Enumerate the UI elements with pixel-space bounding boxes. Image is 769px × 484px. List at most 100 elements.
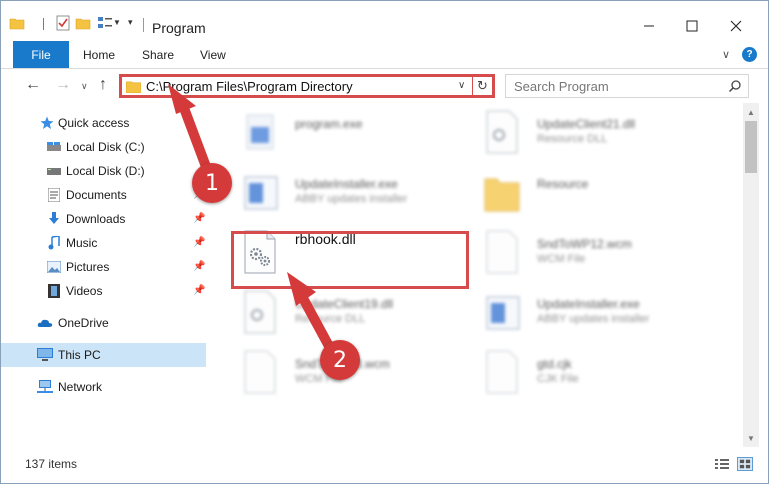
- sidebar-item-label: This PC: [58, 348, 101, 362]
- tab-home[interactable]: Home: [83, 41, 115, 68]
- sidebar-item-local-disk-d[interactable]: Local Disk (D:): [1, 159, 206, 183]
- file-item[interactable]: UpdateInstaller.exe ABBY updates install…: [237, 169, 477, 225]
- new-folder-icon[interactable]: [75, 15, 91, 31]
- sidebar-item-label: Music: [66, 236, 98, 250]
- file-item[interactable]: Resource: [479, 169, 719, 225]
- tab-share[interactable]: Share: [142, 41, 174, 68]
- pin-icon[interactable]: 📌: [193, 285, 205, 296]
- folder-icon[interactable]: [9, 15, 25, 31]
- folder-icon: [126, 81, 141, 93]
- ribbon-tabs: File Home Share View ∨ ?: [1, 41, 768, 69]
- address-bar[interactable]: C:\Program Files\Program Directory ∨ ↻: [119, 74, 495, 98]
- step-badge-2: 2: [320, 340, 360, 380]
- sidebar-item-downloads[interactable]: Downloads 📌: [1, 207, 206, 231]
- title-bar: ▼ ▾ Program: [1, 1, 768, 41]
- up-arrow-icon[interactable]: ↑: [99, 76, 107, 94]
- file-item[interactable]: gtd.cjk CJK File: [479, 349, 719, 405]
- refresh-icon[interactable]: ↻: [472, 77, 492, 95]
- file-type: Resource DLL: [537, 133, 608, 145]
- explorer-window: ▼ ▾ Program File Home Share View ∨ ? ← →…: [0, 0, 769, 484]
- file-name: UpdateInstaller.exe: [295, 177, 398, 191]
- sidebar-item-label: Local Disk (C:): [66, 140, 145, 154]
- file-item[interactable]: UpdateInstaller.exe ABBY updates install…: [479, 289, 719, 345]
- file-name: UpdateInstaller.exe: [537, 297, 640, 311]
- file-item[interactable]: UpdateClient21.dll Resource DLL: [479, 109, 719, 165]
- scroll-down-icon[interactable]: ▼: [743, 431, 759, 445]
- forward-arrow-icon[interactable]: →: [55, 76, 71, 94]
- navigation-bar: ← → ∨ ↑ C:\Program Files\Program Directo…: [1, 69, 768, 103]
- computer-icon: [37, 347, 53, 363]
- file-icon: [486, 230, 518, 274]
- file-name: program.exe: [295, 117, 363, 131]
- sidebar-item-music[interactable]: Music 📌: [1, 231, 206, 255]
- onedrive-icon: [37, 315, 53, 331]
- exe-icon: [246, 114, 274, 150]
- sidebar-item-this-pc[interactable]: This PC: [1, 343, 206, 367]
- folder-icon: [484, 178, 520, 212]
- chevron-down-icon[interactable]: ∨: [458, 80, 465, 91]
- highlight-box: [231, 231, 469, 289]
- view-props-icon[interactable]: [97, 15, 113, 31]
- music-icon: [46, 235, 62, 251]
- help-icon[interactable]: ?: [742, 47, 757, 62]
- sidebar-item-label: Downloads: [66, 212, 126, 226]
- sidebar-item-label: Documents: [66, 188, 127, 202]
- sidebar-item-label: OneDrive: [58, 316, 109, 330]
- address-path[interactable]: C:\Program Files\Program Directory: [146, 79, 353, 94]
- installer-icon: [486, 296, 520, 330]
- tiles-view-icon[interactable]: [737, 457, 753, 471]
- scroll-thumb[interactable]: [745, 121, 757, 173]
- file-type: ABBY updates installer: [295, 193, 408, 205]
- step-badge-1: 1: [192, 163, 232, 203]
- search-input[interactable]: Search Program: [505, 74, 749, 98]
- details-view-icon[interactable]: [714, 457, 730, 471]
- expand-ribbon-icon[interactable]: ∨: [722, 48, 730, 61]
- downloads-icon: [46, 211, 62, 227]
- sidebar-item-label: Videos: [66, 284, 103, 298]
- sidebar-item-documents[interactable]: Documents 📌: [1, 183, 206, 207]
- minimize-button[interactable]: [629, 13, 669, 39]
- tab-view[interactable]: View: [200, 41, 226, 68]
- pictures-icon: [46, 259, 62, 275]
- file-item[interactable]: UpdateClient19.dll Resource DLL: [237, 289, 477, 345]
- videos-icon: [46, 283, 62, 299]
- file-name: gtd.cjk: [537, 357, 572, 371]
- dll-file-icon: [244, 290, 276, 334]
- documents-icon: [46, 187, 62, 203]
- file-type: CJK File: [537, 373, 579, 385]
- drive-icon: [46, 139, 62, 155]
- status-bar: 137 items: [1, 447, 768, 483]
- pin-icon[interactable]: 📌: [193, 213, 205, 224]
- sidebar-item-videos[interactable]: Videos 📌: [1, 279, 206, 303]
- file-name: Resource: [537, 177, 589, 191]
- chevron-down-icon[interactable]: ▼: [113, 18, 121, 27]
- sidebar-item-network[interactable]: Network: [1, 375, 206, 399]
- vertical-scrollbar[interactable]: ▲ ▼: [743, 103, 759, 447]
- file-icon: [244, 350, 276, 394]
- file-type: ABBY updates installer: [537, 313, 650, 325]
- close-button[interactable]: [716, 13, 756, 39]
- maximize-button[interactable]: [672, 13, 712, 39]
- file-item[interactable]: SndToWP12.wcm WCM File: [479, 229, 719, 285]
- scroll-up-icon[interactable]: ▲: [743, 105, 759, 119]
- sidebar-item-label: Local Disk (D:): [66, 164, 145, 178]
- back-arrow-icon[interactable]: ←: [25, 76, 41, 94]
- sidebar-item-pictures[interactable]: Pictures 📌: [1, 255, 206, 279]
- pin-icon[interactable]: 📌: [193, 237, 205, 248]
- close-icon: [730, 20, 742, 32]
- properties-check-icon[interactable]: [55, 15, 71, 31]
- minimize-icon: [644, 25, 654, 27]
- sidebar-item-local-disk-c[interactable]: Local Disk (C:): [1, 135, 206, 159]
- recent-locations-icon[interactable]: ∨: [81, 81, 88, 92]
- file-name: UpdateClient21.dll: [537, 117, 636, 131]
- file-icon: [486, 350, 518, 394]
- search-icon: [728, 80, 741, 93]
- customize-toolbar-icon[interactable]: ▾: [128, 17, 133, 28]
- sidebar-item-onedrive[interactable]: OneDrive: [1, 311, 206, 335]
- file-item[interactable]: program.exe: [237, 109, 477, 165]
- tab-file[interactable]: File: [13, 41, 69, 68]
- sidebar-item-quick-access[interactable]: Quick access: [1, 111, 206, 135]
- window-title: Program: [152, 20, 206, 36]
- pin-icon[interactable]: 📌: [193, 261, 205, 272]
- sidebar-item-label: Network: [58, 380, 103, 394]
